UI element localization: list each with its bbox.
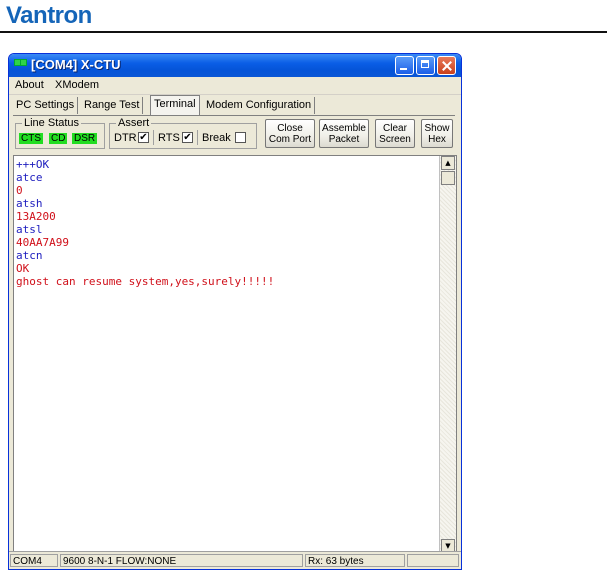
status-settings: 9600 8-N-1 FLOW:NONE [60, 554, 303, 567]
xctu-window: [COM4] X-CTU About XModem PC Settings Ra… [8, 53, 462, 570]
menu-xmodem[interactable]: XModem [55, 79, 99, 91]
status-port: COM4 [10, 554, 58, 567]
close-com-port-label-1: Close [277, 123, 303, 134]
assert-divider [197, 130, 198, 145]
line-status-group: Line Status CTS CD DSR [15, 117, 105, 149]
maximize-button[interactable] [416, 56, 435, 75]
terminal-line: 0 [16, 184, 23, 197]
line-status-title: Line Status [22, 117, 82, 129]
menu-about[interactable]: About [15, 79, 44, 91]
tab-pc-settings[interactable]: PC Settings [13, 97, 79, 114]
terminal-panel: Line Status CTS CD DSR Assert DTR ✔ RTS … [13, 115, 457, 556]
break-checkbox[interactable] [235, 132, 246, 143]
terminal-line: OK [16, 262, 30, 275]
dtr-label: DTR [114, 132, 137, 144]
terminal-line: atce [16, 171, 43, 184]
show-hex-label-2: Hex [428, 134, 446, 145]
assert-title: Assert [116, 117, 152, 129]
show-hex-button[interactable]: Show Hex [421, 119, 453, 148]
menu-bar: About XModem [9, 77, 461, 95]
terminal-line: atcn [16, 249, 43, 262]
assert-divider [153, 130, 154, 145]
terminal-line: 40AA7A99 [16, 236, 69, 249]
terminal-line: atsh [16, 197, 43, 210]
window-title: [COM4] X-CTU [31, 57, 121, 72]
clear-screen-button[interactable]: Clear Screen [375, 119, 415, 148]
clear-screen-label-1: Clear [383, 123, 407, 134]
terminal-scrollbar[interactable]: ▲ ▼ [439, 156, 456, 553]
app-icon [14, 59, 27, 71]
minimize-button[interactable] [395, 56, 414, 75]
terminal-lines: +++OK atce 0 atsh 13A200 atsl 40AA7A99 a… [16, 158, 274, 288]
close-com-port-button[interactable]: Close Com Port [265, 119, 315, 148]
status-rx: Rx: 63 bytes [305, 554, 405, 567]
terminal-line: atsl [16, 223, 43, 236]
document-header: Vantron [0, 0, 607, 34]
title-bar[interactable]: [COM4] X-CTU [9, 54, 461, 77]
cts-indicator: CTS [19, 133, 43, 144]
clear-screen-label-2: Screen [379, 134, 411, 145]
rts-label: RTS [158, 132, 180, 144]
cd-indicator: CD [49, 133, 68, 144]
tab-terminal[interactable]: Terminal [150, 95, 200, 115]
rts-checkbox[interactable]: ✔ [182, 132, 193, 143]
close-com-port-label-2: Com Port [268, 134, 312, 145]
status-bar: COM4 9600 8-N-1 FLOW:NONE Rx: 63 bytes [9, 551, 461, 569]
brand-logo: Vantron [6, 2, 92, 29]
close-window-button[interactable] [437, 56, 456, 75]
terminal-output[interactable]: +++OK atce 0 atsh 13A200 atsl 40AA7A99 a… [13, 155, 457, 554]
assemble-packet-button[interactable]: Assemble Packet [319, 119, 369, 148]
terminal-line: +++OK [16, 158, 50, 171]
assemble-packet-label-2: Packet [328, 134, 360, 145]
break-label: Break [202, 132, 231, 144]
terminal-line: 13A200 [16, 210, 56, 223]
scroll-up-icon[interactable]: ▲ [441, 156, 455, 170]
header-divider [0, 31, 607, 33]
tab-modem-configuration[interactable]: Modem Configuration [203, 97, 316, 114]
dtr-checkbox[interactable]: ✔ [138, 132, 149, 143]
status-extra [407, 554, 459, 567]
assemble-packet-label-1: Assemble [322, 123, 366, 134]
show-hex-label-1: Show [424, 123, 450, 134]
dsr-indicator: DSR [72, 133, 98, 144]
scroll-thumb[interactable] [441, 171, 455, 185]
assert-group: Assert DTR ✔ RTS ✔ Break [109, 117, 257, 149]
tab-range-test[interactable]: Range Test [81, 97, 144, 114]
terminal-line: ghost can resume system,yes,surely!!!!! [16, 275, 275, 288]
